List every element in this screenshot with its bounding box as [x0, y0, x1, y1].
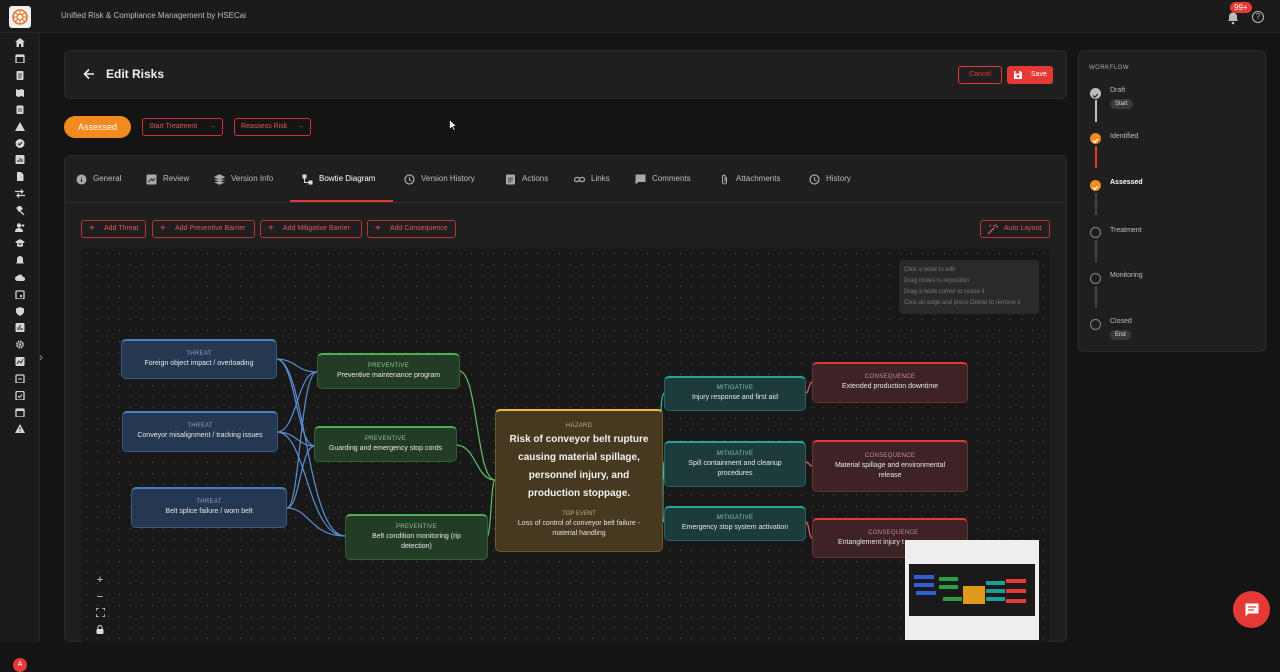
- workflow-connector: [1095, 286, 1097, 308]
- step-draft-icon: [1090, 88, 1101, 99]
- consequence-node[interactable]: CONSEQUENCE Extended production downtime: [812, 362, 968, 403]
- step-chip-end: End: [1110, 330, 1131, 340]
- preventive-barrier-node[interactable]: PREVENTIVE Preventive maintenance program: [317, 353, 460, 389]
- step-chip-start: Start: [1110, 99, 1133, 109]
- chat-button[interactable]: [1233, 591, 1270, 628]
- edge[interactable]: [486, 479, 496, 538]
- step-treatment: Treatment: [1110, 227, 1142, 234]
- step-closed: Closed: [1110, 318, 1132, 325]
- minimap[interactable]: [905, 540, 1039, 640]
- workflow-connector: [1095, 193, 1097, 215]
- edge[interactable]: [286, 507, 346, 537]
- step-monitoring: Monitoring: [1110, 272, 1143, 279]
- mitigative-barrier-node[interactable]: MITIGATIVE Injury response and first aid: [664, 376, 806, 411]
- workflow-title: WORKFLOW: [1089, 65, 1129, 71]
- hazard-title: Risk of conveyor belt rupture causing ma…: [509, 434, 649, 499]
- edge[interactable]: [286, 371, 318, 509]
- mitigative-barrier-node[interactable]: MITIGATIVE Emergency stop system activati…: [664, 506, 806, 541]
- workflow-connector: [1095, 240, 1097, 262]
- threat-node[interactable]: THREAT Belt splice failure / worn belt: [131, 487, 287, 528]
- step-monitoring-icon: [1090, 273, 1101, 284]
- step-identified: Identified: [1110, 133, 1139, 140]
- zoom-in-icon[interactable]: +: [92, 573, 108, 587]
- step-closed-icon: [1090, 319, 1101, 330]
- chat-icon: [1245, 603, 1258, 616]
- hazard-node[interactable]: HAZARD Risk of conveyor belt rupture cau…: [495, 409, 663, 552]
- minimap-viewport: [909, 564, 1035, 616]
- top-event-label: TOP EVENT: [562, 511, 596, 517]
- step-assessed-icon: [1090, 180, 1101, 191]
- consequence-node[interactable]: CONSEQUENCE Material spillage and environ…: [812, 440, 968, 492]
- zoom-out-icon[interactable]: −: [92, 590, 108, 604]
- mitigative-barrier-node[interactable]: MITIGATIVE Spill containment and cleanup …: [664, 441, 806, 487]
- edge[interactable]: [286, 445, 316, 509]
- step-draft: Draft: [1110, 87, 1126, 94]
- preventive-barrier-node[interactable]: PREVENTIVE Belt condition monitoring (rip…: [345, 514, 488, 560]
- zoom-controls: + −: [92, 573, 108, 639]
- canvas-hints: Click a node to edit Drag nodes to repos…: [899, 260, 1039, 314]
- step-identified-icon: [1090, 133, 1101, 144]
- workflow-panel: [1078, 50, 1266, 352]
- step-assessed: Assessed: [1110, 179, 1143, 186]
- lock-icon[interactable]: [92, 624, 108, 638]
- preventive-barrier-node[interactable]: PREVENTIVE Guarding and emergency stop co…: [314, 426, 457, 462]
- threat-node[interactable]: THREAT Foreign object impact / overloadin…: [121, 339, 277, 379]
- edge[interactable]: [276, 371, 318, 433]
- threat-node[interactable]: THREAT Conveyor misalignment / tracking i…: [122, 411, 278, 452]
- edge[interactable]: [275, 358, 318, 373]
- top-event-description: Loss of control of conveyor belt failure…: [517, 520, 641, 537]
- workflow-connector: [1095, 100, 1097, 122]
- step-treatment-icon: [1090, 227, 1101, 238]
- fit-view-icon[interactable]: [92, 607, 108, 621]
- avatar[interactable]: A: [13, 658, 27, 672]
- mouse-cursor-icon: [449, 119, 457, 131]
- workflow-connector: [1095, 146, 1097, 168]
- edge[interactable]: [276, 431, 316, 447]
